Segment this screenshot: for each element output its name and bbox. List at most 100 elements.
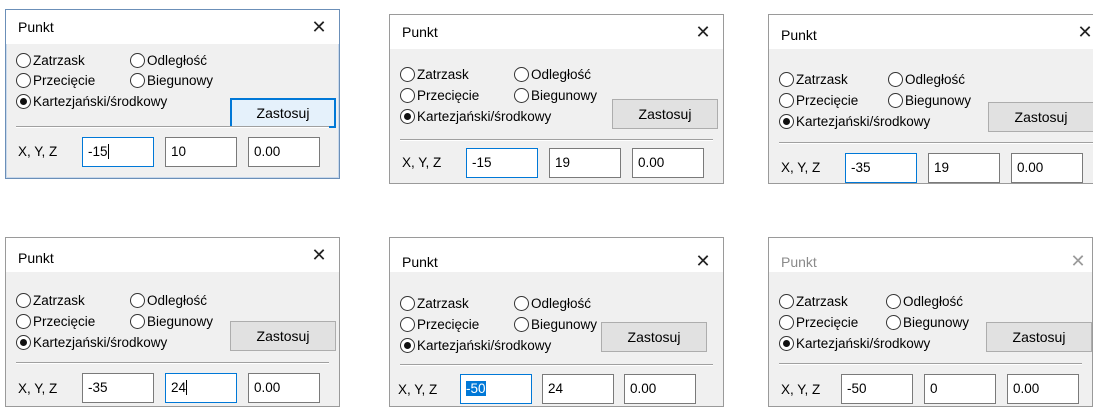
radio-intersection[interactable]: Przecięcie <box>400 88 479 103</box>
close-icon[interactable]: ✕ <box>309 245 329 265</box>
radio-snap[interactable]: Zatrzask <box>400 296 469 311</box>
radio-empty-icon <box>888 93 903 108</box>
radio-cartesian[interactable]: Kartezjański/środkowy <box>16 94 167 109</box>
radio-snap[interactable]: Zatrzask <box>16 293 85 308</box>
z-value: 0.00 <box>254 144 281 159</box>
y-value: 19 <box>555 155 571 170</box>
radio-cartesian-label: Kartezjański/środkowy <box>796 336 931 351</box>
dialog-titlebar[interactable]: Punkt ✕ <box>390 15 723 49</box>
radio-selected-icon <box>16 335 31 350</box>
radio-polar[interactable]: Biegunowy <box>886 315 969 330</box>
radio-intersection-label: Przecięcie <box>417 317 480 332</box>
x-field[interactable]: -15 <box>466 148 538 178</box>
radio-snap[interactable]: Zatrzask <box>779 294 848 309</box>
apply-button[interactable]: Zastosuj <box>230 321 336 351</box>
z-field[interactable]: 0.00 <box>1011 153 1083 183</box>
radio-empty-icon <box>16 73 31 88</box>
radio-distance[interactable]: Odległość <box>130 53 207 68</box>
radio-intersection[interactable]: Przecięcie <box>16 314 95 329</box>
radio-intersection-label: Przecięcie <box>796 315 859 330</box>
close-icon[interactable]: ✕ <box>693 251 713 271</box>
z-field[interactable]: 0.00 <box>1007 374 1079 404</box>
y-field[interactable]: 24 <box>165 373 237 403</box>
punkt-dialog-5: Punkt ✕ Zatrzask Odległość Przecięcie Bi… <box>389 237 724 407</box>
radio-cartesian[interactable]: Kartezjański/środkowy <box>779 114 930 129</box>
radio-cartesian[interactable]: Kartezjański/środkowy <box>400 109 551 124</box>
y-field[interactable]: 24 <box>542 374 614 404</box>
x-value: -15 <box>472 155 492 170</box>
z-field[interactable]: 0.00 <box>248 137 320 167</box>
dialog-titlebar[interactable]: Punkt ✕ <box>769 15 1093 49</box>
close-icon[interactable]: ✕ <box>1068 251 1088 271</box>
radio-intersection[interactable]: Przecięcie <box>779 315 858 330</box>
radio-empty-icon <box>130 314 145 329</box>
x-value: -15 <box>88 144 108 159</box>
dialog-titlebar[interactable]: Punkt ✕ <box>6 10 339 44</box>
punkt-dialog-3: Punkt ✕ Zatrzask Odległość Przecięcie Bi… <box>768 14 1093 184</box>
apply-button[interactable]: Zastosuj <box>986 322 1092 352</box>
dialog-titlebar[interactable]: Punkt ✕ <box>390 238 723 272</box>
x-value: -50 <box>847 381 867 396</box>
radio-distance[interactable]: Odległość <box>514 296 591 311</box>
z-field[interactable]: 0.00 <box>248 373 320 403</box>
close-icon[interactable]: ✕ <box>693 22 713 42</box>
radio-cartesian[interactable]: Kartezjański/środkowy <box>16 335 167 350</box>
dialog-titlebar[interactable]: Punkt ✕ <box>769 238 1092 272</box>
y-value: 0 <box>930 381 938 396</box>
radio-cartesian-label: Kartezjański/środkowy <box>33 94 168 109</box>
radio-distance[interactable]: Odległość <box>888 72 965 87</box>
x-field[interactable]: -50 <box>841 374 913 404</box>
close-icon[interactable]: ✕ <box>1075 22 1093 42</box>
radio-snap-label: Zatrzask <box>796 72 848 87</box>
radio-empty-icon <box>16 293 31 308</box>
radio-snap[interactable]: Zatrzask <box>400 67 469 82</box>
text-caret <box>107 144 109 159</box>
radio-distance-label: Odległość <box>531 296 592 311</box>
dialog-title: Punkt <box>402 254 438 270</box>
radio-polar-label: Biegunowy <box>147 73 214 88</box>
radio-polar[interactable]: Biegunowy <box>888 93 971 108</box>
radio-intersection[interactable]: Przecięcie <box>400 317 479 332</box>
y-field[interactable]: 19 <box>549 148 621 178</box>
apply-button[interactable]: Zastosuj <box>230 98 336 128</box>
x-field[interactable]: -35 <box>845 153 917 183</box>
radio-intersection[interactable]: Przecięcie <box>16 73 95 88</box>
z-field[interactable]: 0.00 <box>632 148 704 178</box>
radio-polar[interactable]: Biegunowy <box>514 88 597 103</box>
radio-empty-icon <box>514 296 529 311</box>
radio-distance-label: Odległość <box>147 53 208 68</box>
radio-selected-icon <box>400 338 415 353</box>
radio-polar[interactable]: Biegunowy <box>130 314 213 329</box>
radio-distance[interactable]: Odległość <box>514 67 591 82</box>
radio-cartesian[interactable]: Kartezjański/środkowy <box>400 338 551 353</box>
radio-polar[interactable]: Biegunowy <box>514 317 597 332</box>
z-value: 0.00 <box>1017 160 1044 175</box>
apply-button[interactable]: Zastosuj <box>601 322 707 352</box>
close-icon[interactable]: ✕ <box>309 17 329 37</box>
radio-distance[interactable]: Odległość <box>886 294 963 309</box>
apply-button[interactable]: Zastosuj <box>988 102 1093 132</box>
radio-cartesian[interactable]: Kartezjański/środkowy <box>779 336 930 351</box>
radio-snap[interactable]: Zatrzask <box>16 53 85 68</box>
radio-distance[interactable]: Odległość <box>130 293 207 308</box>
radio-snap[interactable]: Zatrzask <box>779 72 848 87</box>
radio-selected-icon <box>779 336 794 351</box>
z-field[interactable]: 0.00 <box>624 374 696 404</box>
y-value: 24 <box>171 380 187 395</box>
dialog-titlebar[interactable]: Punkt ✕ <box>6 238 339 272</box>
xyz-label: X, Y, Z <box>18 381 58 396</box>
apply-button[interactable]: Zastosuj <box>612 99 718 129</box>
radio-polar-label: Biegunowy <box>531 317 598 332</box>
radio-intersection[interactable]: Przecięcie <box>779 93 858 108</box>
y-field[interactable]: 0 <box>924 374 996 404</box>
radio-empty-icon <box>779 72 794 87</box>
radio-polar[interactable]: Biegunowy <box>130 73 213 88</box>
punkt-dialog-4: Punkt ✕ Zatrzask Odległość Przecięcie Bi… <box>5 237 340 407</box>
radio-cartesian-label: Kartezjański/środkowy <box>417 109 552 124</box>
y-field[interactable]: 19 <box>928 153 1000 183</box>
x-field[interactable]: -35 <box>82 373 154 403</box>
x-field[interactable]: -15 <box>82 137 154 167</box>
x-field[interactable]: -50 <box>460 374 532 404</box>
radio-empty-icon <box>130 53 145 68</box>
y-field[interactable]: 10 <box>165 137 237 167</box>
